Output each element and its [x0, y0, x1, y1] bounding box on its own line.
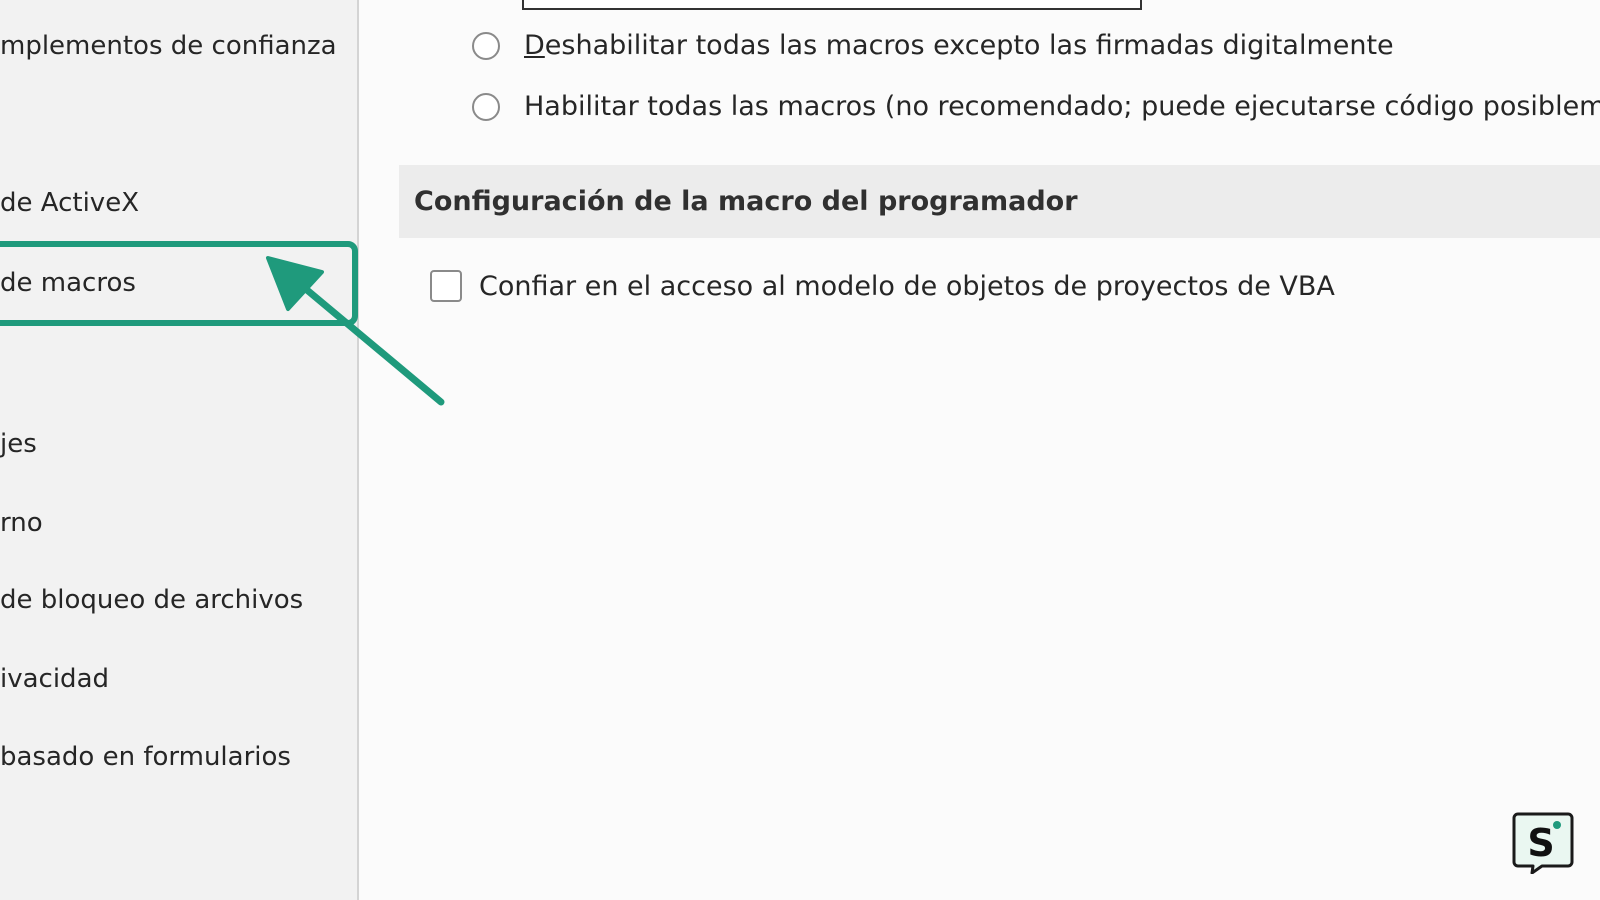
sidebar-item-label: basado en formularios [0, 742, 291, 772]
access-key-letter: D [524, 30, 545, 61]
svg-text:S: S [1527, 821, 1554, 865]
sidebar-item-label: ivacidad [0, 664, 110, 694]
sidebar-item-external-content[interactable]: rno [0, 506, 43, 540]
sidebar-item-label: rno [0, 508, 43, 538]
radio-disable-except-signed[interactable]: Deshabilitar todas las macros excepto la… [472, 30, 1394, 61]
sidebar-item-label: jes [0, 429, 37, 459]
checkbox-label: Confiar en el acceso al modelo de objeto… [479, 270, 1335, 302]
sidebar-item-label: de ActiveX [0, 188, 140, 218]
sidebar-item-form-based-signin[interactable]: basado en formularios [0, 740, 291, 774]
trust-center-window: mplementos de confianza de ActiveX de ma… [0, 0, 1600, 900]
sidebar-item-label: mplementos de confianza [0, 31, 337, 61]
sidebar-item-file-block[interactable]: de bloqueo de archivos [0, 583, 303, 617]
sidebar-item-privacy[interactable]: ivacidad [0, 662, 109, 696]
radio-button[interactable] [472, 31, 500, 60]
radio-enable-all-macros[interactable]: Habilitar todas las macros (no recomenda… [472, 91, 1600, 122]
radio-button[interactable] [472, 92, 500, 121]
radio-label: Deshabilitar todas las macros excepto la… [524, 30, 1394, 61]
partial-field-frame [522, 0, 1142, 10]
macro-settings-panel [359, 0, 1600, 900]
section-header-developer-macro: Configuración de la macro del programado… [399, 165, 1600, 238]
sidebar-item-messages[interactable]: jes [0, 427, 37, 461]
sidebar-item-trusted-addins[interactable]: mplementos de confianza [0, 29, 337, 63]
sidebar-item-label: de bloqueo de archivos [0, 585, 304, 615]
sidebar-item-label: de macros [0, 268, 136, 298]
radio-label-text: eshabilitar todas las macros excepto las… [544, 30, 1394, 61]
trust-center-sidebar: mplementos de confianza de ActiveX de ma… [0, 0, 359, 900]
radio-label: Habilitar todas las macros (no recomenda… [524, 91, 1600, 122]
sidebar-item-macro-settings[interactable]: de macros [0, 266, 136, 300]
sidebar-item-activex[interactable]: de ActiveX [0, 186, 139, 220]
checkbox-trust-vba-access[interactable]: Confiar en el acceso al modelo de objeto… [430, 270, 1335, 302]
section-title: Configuración de la macro del programado… [414, 186, 1078, 217]
checkbox[interactable] [430, 270, 462, 302]
brand-s-logo-icon: S [1512, 812, 1574, 874]
